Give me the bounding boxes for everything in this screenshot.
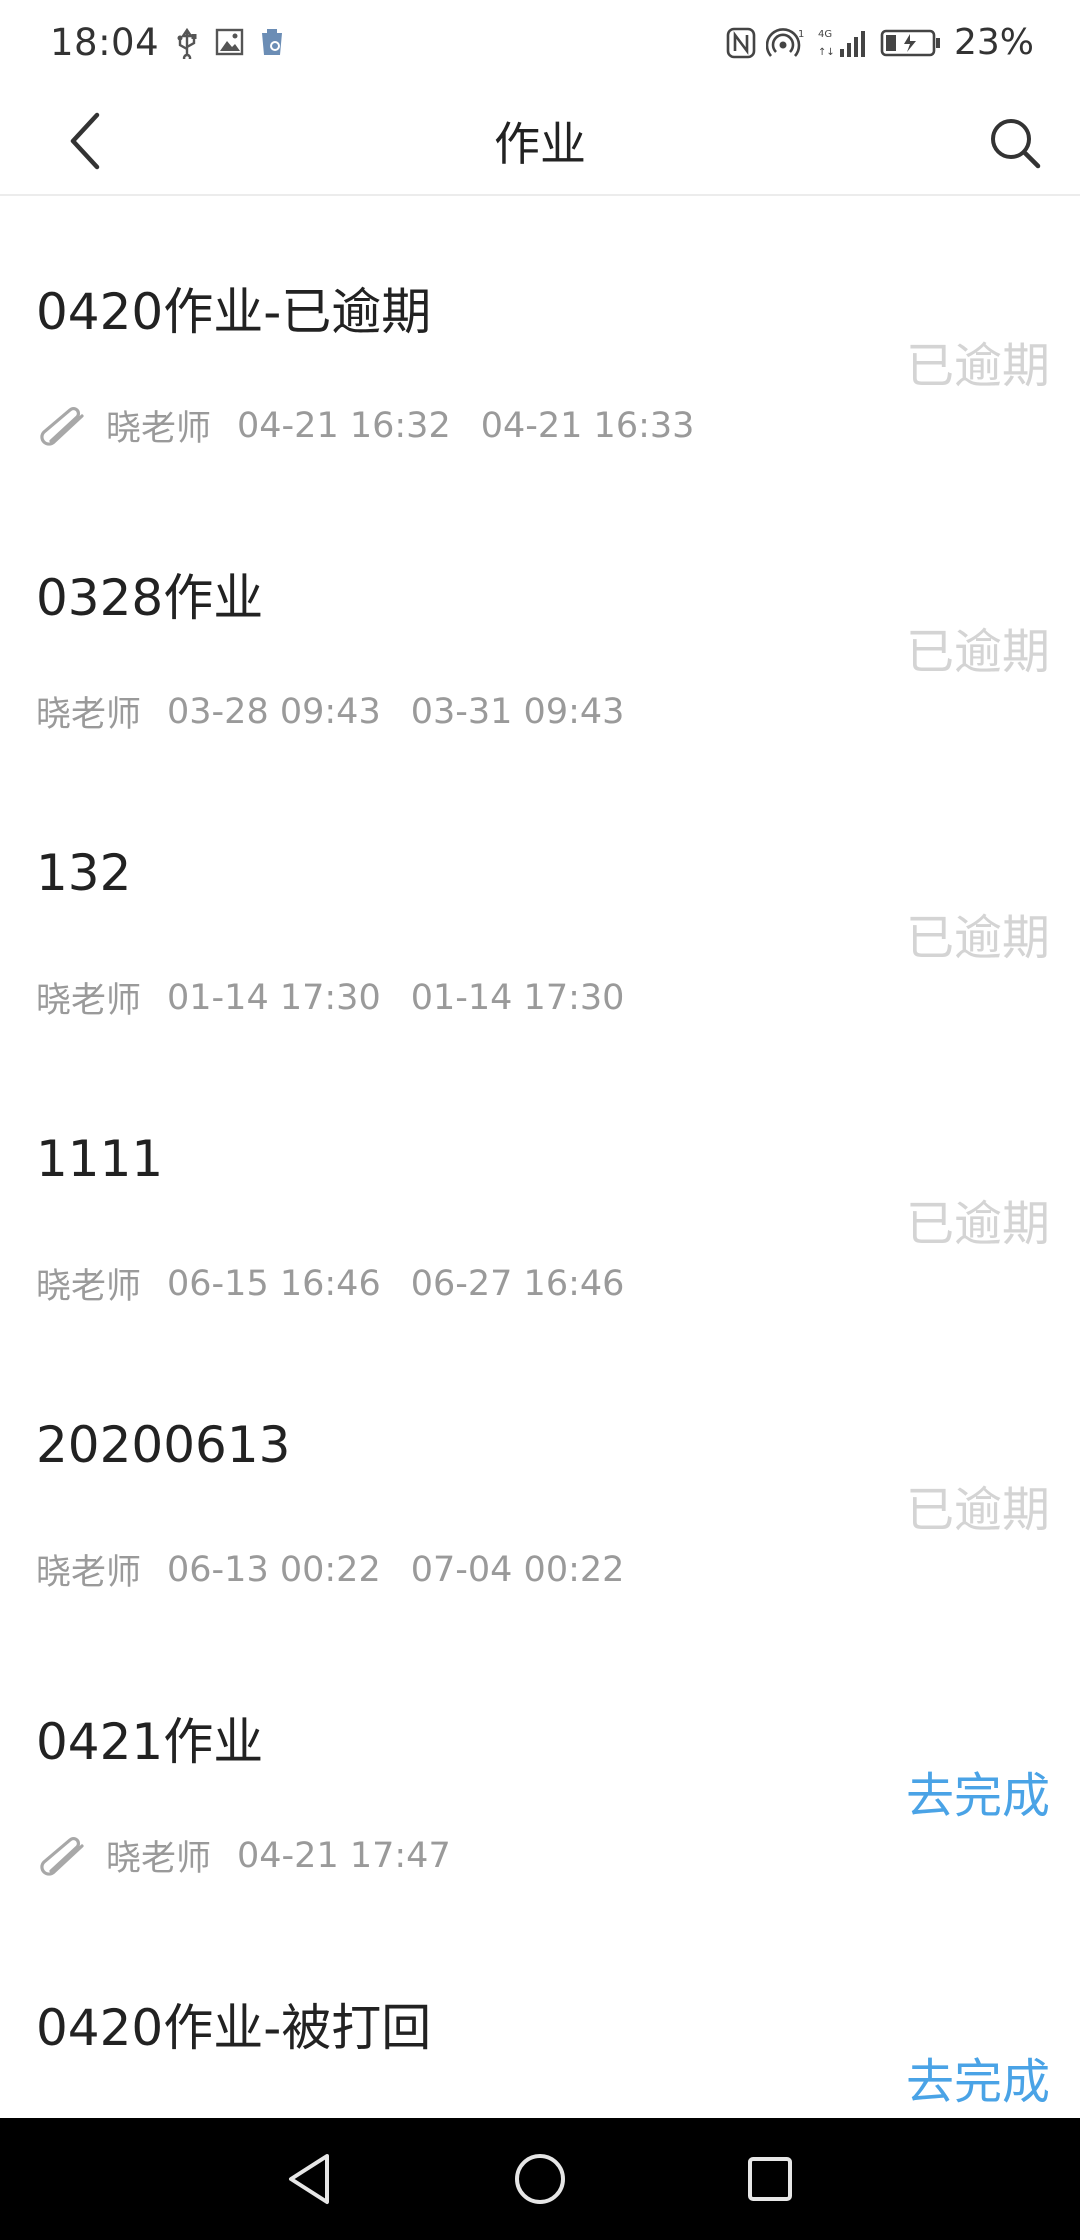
nav-recents-button[interactable] (735, 2144, 805, 2214)
home-circle-icon (515, 2154, 565, 2204)
paperclip-icon (40, 406, 84, 446)
status-overdue: 已逾期 (905, 910, 1050, 966)
assignment-meta: 晓老师 04-21 17:47 (36, 1830, 481, 1881)
assignment-teacher: 晓老师 (106, 409, 212, 449)
list-item[interactable]: 0421作业 晓老师 04-21 17:47 去完成 (0, 1626, 1080, 1912)
svg-text:1: 1 (798, 29, 804, 40)
assignment-teacher: 晓老师 (36, 1553, 142, 1593)
assignment-meta: 晓老师 03-28 09:43 03-31 09:43 (36, 686, 654, 737)
status-bar: 18:04 1 4G ↑↓ 23% (0, 0, 1080, 84)
status-overdue: 已逾期 (905, 1196, 1050, 1252)
assignment-meta: 晓老师 06-13 00:22 07-04 00:22 (36, 1544, 654, 1595)
hotspot-icon: 1 (765, 27, 806, 57)
nav-home-button[interactable] (505, 2144, 575, 2214)
search-icon (991, 119, 1041, 169)
assignment-title: 0328作业 (36, 569, 264, 627)
usb-icon (173, 27, 201, 63)
assignment-start-time: 06-15 16:46 (167, 1263, 381, 1304)
battery-charging-icon (880, 27, 942, 57)
svg-text:4G: 4G (818, 29, 832, 40)
status-overdue: 已逾期 (905, 338, 1050, 394)
assignment-start-time: 06-13 00:22 (167, 1549, 381, 1590)
paperclip-icon (40, 1836, 84, 1876)
assignment-title: 0420作业-被打回 (36, 1999, 432, 2057)
assignment-meta: 晓老师 04-21 16:32 04-21 16:33 (36, 400, 724, 451)
navigation-bar (0, 2118, 1080, 2240)
assignment-teacher: 晓老师 (36, 695, 142, 735)
battery-percentage: 23% (953, 21, 1034, 63)
recents-square-icon (748, 2157, 792, 2201)
list-item[interactable]: 0328作业 晓老师 03-28 09:43 03-31 09:43 已逾期 (0, 482, 1080, 768)
cleaner-icon (257, 27, 285, 57)
assignment-start-time: 04-21 16:32 (237, 405, 451, 446)
status-time: 18:04 (50, 20, 160, 64)
status-overdue: 已逾期 (905, 1482, 1050, 1538)
page-title: 作业 (494, 117, 586, 171)
list-item[interactable]: 132 晓老师 01-14 17:30 01-14 17:30 已逾期 (0, 768, 1080, 1054)
assignment-meta: 晓老师 06-15 16:46 06-27 16:46 (36, 1258, 654, 1309)
status-left: 18:04 (50, 21, 285, 64)
list-item[interactable]: 0420作业-被打回 去完成 (0, 1912, 1080, 2118)
image-icon (215, 27, 244, 57)
list-item[interactable]: 0420作业-已逾期 晓老师 04-21 16:32 04-21 16:33 已… (0, 196, 1080, 482)
assignment-list[interactable]: 0420作业-已逾期 晓老师 04-21 16:32 04-21 16:33 已… (0, 196, 1080, 2118)
assignment-start-time: 03-28 09:43 (167, 691, 381, 732)
assignment-title: 0421作业 (36, 1713, 264, 1771)
go-complete-button[interactable]: 去完成 (906, 1756, 1050, 1826)
status-right: 1 4G ↑↓ 23% (726, 22, 1034, 63)
assignment-end-time: 06-27 16:46 (410, 1263, 625, 1304)
assignment-title: 1111 (36, 1130, 164, 1188)
assignment-title: 20200613 (36, 1416, 291, 1474)
nav-back-button[interactable] (275, 2144, 345, 2214)
header: 作业 (0, 84, 1080, 196)
assignment-end-time: 07-04 00:22 (410, 1549, 625, 1590)
assignment-end-time: 03-31 09:43 (410, 691, 625, 732)
assignment-start-time: 04-21 17:47 (237, 1835, 451, 1876)
assignment-teacher: 晓老师 (36, 1267, 142, 1307)
list-item[interactable]: 1111 晓老师 06-15 16:46 06-27 16:46 已逾期 (0, 1054, 1080, 1340)
signal-4g-icon: 4G ↑↓ (818, 27, 868, 58)
list-item[interactable]: 20200613 晓老师 06-13 00:22 07-04 00:22 已逾期 (0, 1340, 1080, 1626)
assignment-meta: 晓老师 01-14 17:30 01-14 17:30 (36, 972, 654, 1023)
assignment-start-time: 01-14 17:30 (167, 977, 381, 1018)
nfc-icon (726, 27, 756, 59)
status-overdue: 已逾期 (905, 624, 1050, 680)
assignment-title: 132 (36, 844, 132, 902)
assignment-end-time: 04-21 16:33 (480, 405, 695, 446)
assignment-end-time: 01-14 17:30 (410, 977, 625, 1018)
svg-text:↑↓: ↑↓ (818, 47, 835, 58)
go-complete-button[interactable]: 去完成 (906, 2042, 1050, 2112)
search-button[interactable] (980, 108, 1050, 178)
assignment-teacher: 晓老师 (36, 981, 142, 1021)
assignment-teacher: 晓老师 (106, 1839, 212, 1879)
back-triangle-icon (289, 2154, 329, 2204)
assignment-title: 0420作业-已逾期 (36, 283, 432, 341)
